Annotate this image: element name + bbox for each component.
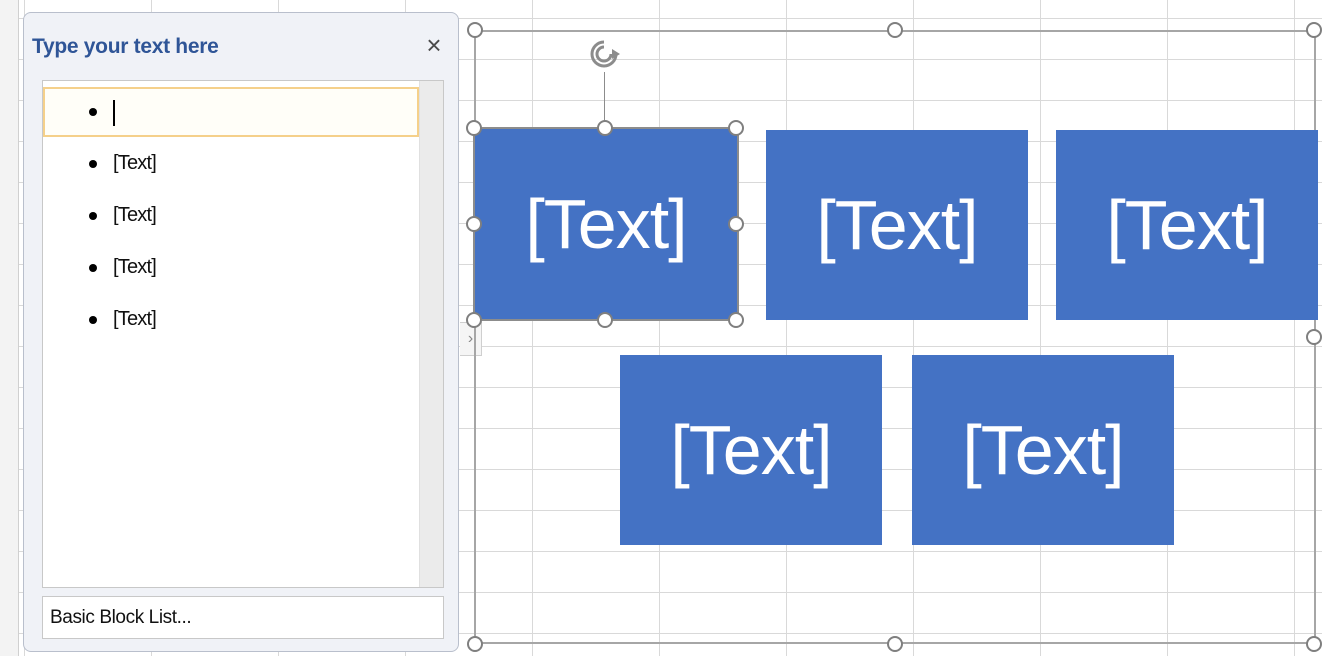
frame-resize-handle-bottom-right[interactable] xyxy=(1306,636,1322,652)
block-resize-handle-left[interactable] xyxy=(466,216,482,232)
bullet-icon xyxy=(89,264,97,272)
bullet-item-text: [Text] xyxy=(113,308,157,330)
frame-resize-handle-right[interactable] xyxy=(1306,329,1322,345)
bullet-item-text: [Text] xyxy=(113,152,157,174)
bullet-item-4[interactable]: [Text] xyxy=(43,243,419,293)
rotate-connector-line xyxy=(604,72,605,122)
frame-resize-handle-bottom[interactable] xyxy=(887,636,903,652)
smartart-block-1[interactable]: [Text] xyxy=(473,127,739,321)
frame-resize-handle-top[interactable] xyxy=(887,22,903,38)
bullet-icon xyxy=(89,160,97,168)
bullet-item-1[interactable] xyxy=(43,87,419,137)
layout-name-label: Basic Block List... xyxy=(50,607,192,628)
block-resize-handle-bottom-right[interactable] xyxy=(728,312,744,328)
smartart-block-2[interactable]: [Text] xyxy=(766,130,1028,320)
close-icon[interactable]: × xyxy=(422,31,446,59)
frame-resize-handle-top-right[interactable] xyxy=(1306,22,1322,38)
bullet-item-3[interactable]: [Text] xyxy=(43,191,419,241)
block-resize-handle-top[interactable] xyxy=(597,120,613,136)
row-header-strip xyxy=(0,0,19,656)
block-resize-handle-top-left[interactable] xyxy=(466,120,482,136)
bullet-icon xyxy=(89,108,97,116)
smartart-text-pane: Type your text here × [Text] [Text] [Tex… xyxy=(23,12,459,652)
bullet-icon xyxy=(89,212,97,220)
text-caret xyxy=(113,100,115,126)
bullet-item-5[interactable]: [Text] xyxy=(43,295,419,345)
frame-resize-handle-top-left[interactable] xyxy=(467,22,483,38)
bullet-item-2[interactable]: [Text] xyxy=(43,139,419,189)
text-pane-bullet-list: [Text] [Text] [Text] [Text] xyxy=(42,80,444,588)
text-pane-scrollbar[interactable] xyxy=(419,81,443,587)
smartart-block-4[interactable]: [Text] xyxy=(620,355,882,545)
block-resize-handle-right[interactable] xyxy=(728,216,744,232)
block-resize-handle-bottom[interactable] xyxy=(597,312,613,328)
block-resize-handle-bottom-left[interactable] xyxy=(466,312,482,328)
block-resize-handle-top-right[interactable] xyxy=(728,120,744,136)
rotate-icon[interactable] xyxy=(586,36,622,72)
frame-resize-handle-bottom-left[interactable] xyxy=(467,636,483,652)
bullet-item-text: [Text] xyxy=(113,204,157,226)
smartart-block-3[interactable]: [Text] xyxy=(1056,130,1318,320)
layout-name-link[interactable]: Basic Block List... xyxy=(42,596,444,639)
bullet-item-text: [Text] xyxy=(113,256,157,278)
smartart-block-5[interactable]: [Text] xyxy=(912,355,1174,545)
text-pane-title: Type your text here xyxy=(32,35,219,58)
bullet-icon xyxy=(89,316,97,324)
